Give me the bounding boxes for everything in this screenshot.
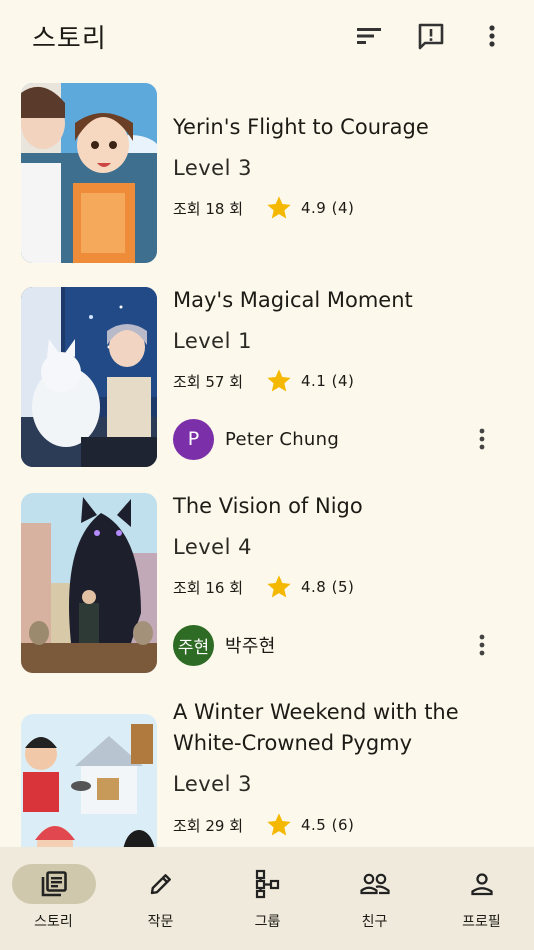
story-meta: 조회 29 회 4.5 (6) (173, 811, 354, 839)
nav-item-group[interactable]: 그룹 (214, 847, 321, 950)
story-title[interactable]: A Winter Weekend with the White-Crowned … (173, 697, 493, 759)
view-count: 조회 57 회 (173, 372, 244, 391)
more-vert-icon[interactable] (470, 424, 494, 454)
nav-label: 친구 (361, 914, 388, 930)
view-count: 조회 29 회 (173, 816, 244, 835)
friends-icon[interactable] (333, 864, 417, 904)
nav-label: 작문 (147, 914, 174, 930)
nav-label: 그룹 (254, 914, 281, 930)
story-cover-image[interactable] (21, 714, 157, 847)
feedback-icon[interactable] (415, 20, 447, 52)
story-list[interactable]: Yerin's Flight to Courage Level 3 조회 18 … (0, 72, 534, 847)
author[interactable]: 주현 박주현 (173, 624, 276, 666)
story-title[interactable]: Yerin's Flight to Courage (173, 112, 493, 143)
star-icon (267, 575, 291, 598)
sort-icon[interactable] (353, 20, 385, 52)
avatar[interactable]: 주현 (173, 624, 214, 666)
stories-icon[interactable] (11, 864, 96, 904)
nav-item-friends[interactable]: 친구 (321, 847, 428, 950)
story-cover-image[interactable] (21, 83, 157, 263)
group-tree-icon[interactable] (226, 864, 310, 904)
more-vert-icon[interactable] (476, 20, 508, 52)
story-level: Level 4 (173, 535, 252, 559)
story-cover-image[interactable] (21, 287, 157, 467)
page-title: 스토리 (32, 24, 107, 54)
story-meta: 조회 18 회 4.9 (4) (173, 194, 354, 222)
author[interactable]: P Peter Chung (173, 418, 339, 460)
nav-item-stories[interactable]: 스토리 (0, 847, 107, 950)
star-icon (267, 196, 291, 219)
author-name[interactable]: 박주현 (225, 632, 276, 658)
view-count: 조회 18 회 (173, 199, 244, 218)
nav-item-profile[interactable]: 프로필 (428, 847, 534, 950)
star-icon (267, 369, 291, 392)
nav-label: 프로필 (462, 914, 501, 930)
view-count: 조회 16 회 (173, 578, 244, 597)
rating: 4.9 (4) (301, 199, 355, 217)
story-meta: 조회 57 회 4.1 (4) (173, 367, 354, 395)
story-meta: 조회 16 회 4.8 (5) (173, 573, 354, 601)
more-vert-icon[interactable] (470, 630, 494, 660)
story-title[interactable]: The Vision of Nigo (173, 491, 493, 522)
story-level: Level 1 (173, 329, 252, 353)
rating: 4.1 (4) (301, 372, 355, 390)
story-level: Level 3 (173, 772, 252, 796)
star-icon (267, 813, 291, 836)
nav-item-write[interactable]: 작문 (107, 847, 214, 950)
nav-label: 스토리 (34, 914, 73, 930)
bottom-navigation: 스토리 작문 그룹 친구 프로필 (0, 847, 534, 950)
app-bar: 스토리 (0, 0, 534, 72)
author-name[interactable]: Peter Chung (225, 429, 339, 450)
avatar[interactable]: P (173, 418, 214, 460)
rating: 4.5 (6) (301, 816, 355, 834)
rating: 4.8 (5) (301, 578, 355, 596)
story-title[interactable]: May's Magical Moment (173, 285, 493, 316)
profile-icon[interactable] (440, 864, 524, 904)
story-cover-image[interactable] (21, 493, 157, 673)
story-level: Level 3 (173, 156, 252, 180)
pencil-icon[interactable] (119, 864, 203, 904)
